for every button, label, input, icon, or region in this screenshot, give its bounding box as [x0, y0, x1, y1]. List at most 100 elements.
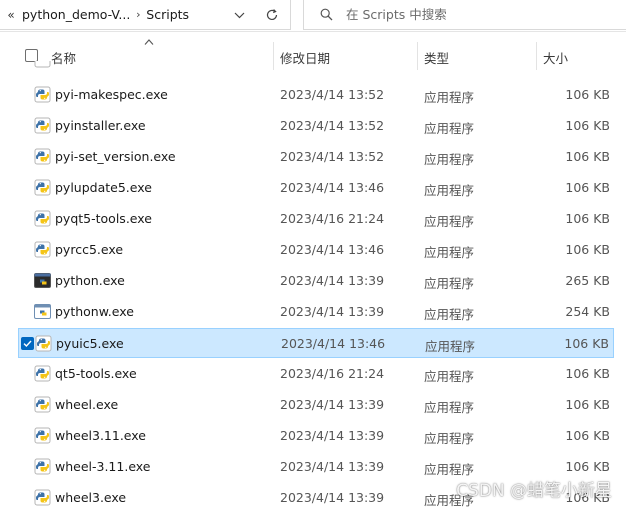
file-size: 106 KB: [565, 459, 610, 474]
file-row[interactable]: wheel-3.11.exe 2023/4/14 13:39 应用程序 106 KB: [18, 452, 614, 482]
search-box[interactable]: [303, 0, 626, 30]
file-type: 应用程序: [424, 369, 475, 384]
python-launcher-icon: [34, 86, 51, 103]
file-type: 应用程序: [424, 307, 475, 322]
file-name: wheel3.exe: [55, 490, 127, 505]
python-window-icon: [34, 304, 51, 319]
python-console-icon: [34, 273, 51, 288]
file-size: 106 KB: [565, 180, 610, 195]
file-type: 应用程序: [424, 121, 475, 136]
file-size: 106 KB: [565, 87, 610, 102]
row-checkbox[interactable]: [20, 460, 33, 473]
file-date-modified: 2023/4/16 21:24: [280, 366, 385, 381]
file-type: 应用程序: [424, 493, 475, 507]
file-type: 应用程序: [424, 431, 475, 446]
row-checkbox[interactable]: [20, 274, 33, 287]
file-date-modified: 2023/4/14 13:39: [280, 459, 385, 474]
file-date-modified: 2023/4/14 13:39: [280, 273, 385, 288]
python-launcher-icon: [34, 241, 51, 258]
file-type: 应用程序: [424, 400, 475, 415]
file-date-modified: 2023/4/14 13:39: [280, 304, 385, 319]
file-date-modified: 2023/4/14 13:52: [280, 149, 385, 164]
python-launcher-icon: [34, 489, 51, 506]
python-launcher-icon: [34, 179, 51, 196]
file-type: 应用程序: [424, 245, 475, 260]
row-checkbox[interactable]: [20, 119, 33, 132]
search-input[interactable]: [344, 6, 608, 23]
file-type: 应用程序: [424, 462, 475, 477]
file-name: pyuic5.exe: [56, 336, 124, 351]
file-row[interactable]: qt5-tools.exe 2023/4/16 21:24 应用程序 106 KB: [18, 359, 614, 389]
python-launcher-icon: [34, 210, 51, 227]
file-row[interactable]: wheel3.11.exe 2023/4/14 13:39 应用程序 106 KB: [18, 421, 614, 451]
python-launcher-icon: [34, 117, 51, 134]
file-type: 应用程序: [424, 214, 475, 229]
file-date-modified: 2023/4/14 13:39: [280, 397, 385, 412]
row-checkbox[interactable]: [20, 212, 33, 225]
sort-ascending-icon: [144, 39, 154, 45]
row-checkbox[interactable]: [20, 88, 33, 101]
file-list: pyi-makespec.exe 2023/4/14 13:52 应用程序 106 K…: [0, 61, 626, 507]
file-name: wheel-3.11.exe: [55, 459, 151, 474]
file-name: pyi-set_version.exe: [55, 149, 176, 164]
file-name: pylupdate5.exe: [55, 180, 152, 195]
address-dropdown-button[interactable]: [230, 6, 248, 24]
row-checkbox[interactable]: [20, 150, 33, 163]
file-size: 265 KB: [565, 273, 610, 288]
row-checkbox[interactable]: [20, 181, 33, 194]
python-launcher-icon: [34, 427, 51, 444]
file-row[interactable]: pyqt5-tools.exe 2023/4/16 21:24 应用程序 106 KB: [18, 204, 614, 234]
row-checkbox[interactable]: [20, 491, 33, 504]
file-type: 应用程序: [424, 183, 475, 198]
breadcrumb-item-parent[interactable]: python_demo-V...: [22, 7, 130, 22]
file-name: wheel.exe: [55, 397, 119, 412]
file-date-modified: 2023/4/14 13:46: [281, 336, 386, 351]
python-launcher-icon: [34, 148, 51, 165]
search-icon: [318, 7, 334, 23]
file-row[interactable]: wheel.exe 2023/4/14 13:39 应用程序 106 KB: [18, 390, 614, 420]
file-type: 应用程序: [424, 152, 475, 167]
file-date-modified: 2023/4/14 13:52: [280, 87, 385, 102]
file-date-modified: 2023/4/14 13:46: [280, 180, 385, 195]
file-name: wheel3.11.exe: [55, 428, 146, 443]
row-checkbox[interactable]: [21, 337, 34, 350]
file-row[interactable]: pythonw.exe 2023/4/14 13:39 应用程序 254 KB: [18, 297, 614, 327]
row-checkbox[interactable]: [20, 367, 33, 380]
file-name: pythonw.exe: [55, 304, 134, 319]
row-checkbox[interactable]: [20, 305, 33, 318]
refresh-icon: [266, 9, 278, 21]
row-checkbox[interactable]: [20, 398, 33, 411]
python-launcher-icon: [34, 61, 51, 68]
file-date-modified: 2023/4/14 13:39: [280, 428, 385, 443]
file-size: 106 KB: [565, 397, 610, 412]
breadcrumb-chevron-icon[interactable]: ›: [130, 8, 146, 21]
address-bar[interactable]: « python_demo-V... › Scripts: [0, 0, 291, 30]
python-launcher-icon: [34, 396, 51, 413]
chevron-down-icon: [234, 12, 244, 18]
row-checkbox[interactable]: [20, 429, 33, 442]
file-row[interactable]: pylupdate5.exe 2023/4/14 13:46 应用程序 106 KB: [18, 173, 614, 203]
file-size: 106 KB: [565, 242, 610, 257]
file-date-modified: 2023/4/16 21:24: [280, 211, 385, 226]
row-checkbox[interactable]: [20, 243, 33, 256]
file-row[interactable]: pyi-makespec.exe 2023/4/14 13:52 应用程序 106 K…: [18, 80, 614, 110]
file-name: pyi-makespec.exe: [55, 87, 168, 102]
breadcrumb-item-current[interactable]: Scripts: [146, 7, 189, 22]
file-name: pyqt5-tools.exe: [55, 211, 152, 226]
file-row[interactable]: pyinstaller.exe 2023/4/14 13:52 应用程序 106 KB: [18, 111, 614, 141]
file-row[interactable]: pyi-set_version.exe 2023/4/14 13:52 应用程序 10…: [18, 142, 614, 172]
file-row[interactable]: pyrcc5.exe 2023/4/14 13:46 应用程序 106 KB: [18, 235, 614, 265]
file-size: 106 KB: [565, 149, 610, 164]
file-size: 106 KB: [565, 428, 610, 443]
navigation-bar: « python_demo-V... › Scripts: [0, 0, 626, 32]
file-explorer-window: « python_demo-V... › Scripts 在 Scripts 中…: [0, 0, 626, 507]
file-size: 106 KB: [565, 490, 610, 505]
checkmark-icon: [23, 340, 32, 348]
refresh-button[interactable]: [262, 5, 282, 25]
file-row-partial[interactable]: [18, 61, 614, 75]
file-row[interactable]: pyuic5.exe 2023/4/14 13:46 应用程序 106 KB: [18, 328, 614, 358]
file-row[interactable]: python.exe 2023/4/14 13:39 应用程序 265 KB: [18, 266, 614, 296]
breadcrumb-overflow-button[interactable]: «: [2, 8, 20, 22]
file-type: 应用程序: [424, 90, 475, 105]
file-row[interactable]: wheel3.exe 2023/4/14 13:39 应用程序 106 KB: [18, 483, 614, 507]
